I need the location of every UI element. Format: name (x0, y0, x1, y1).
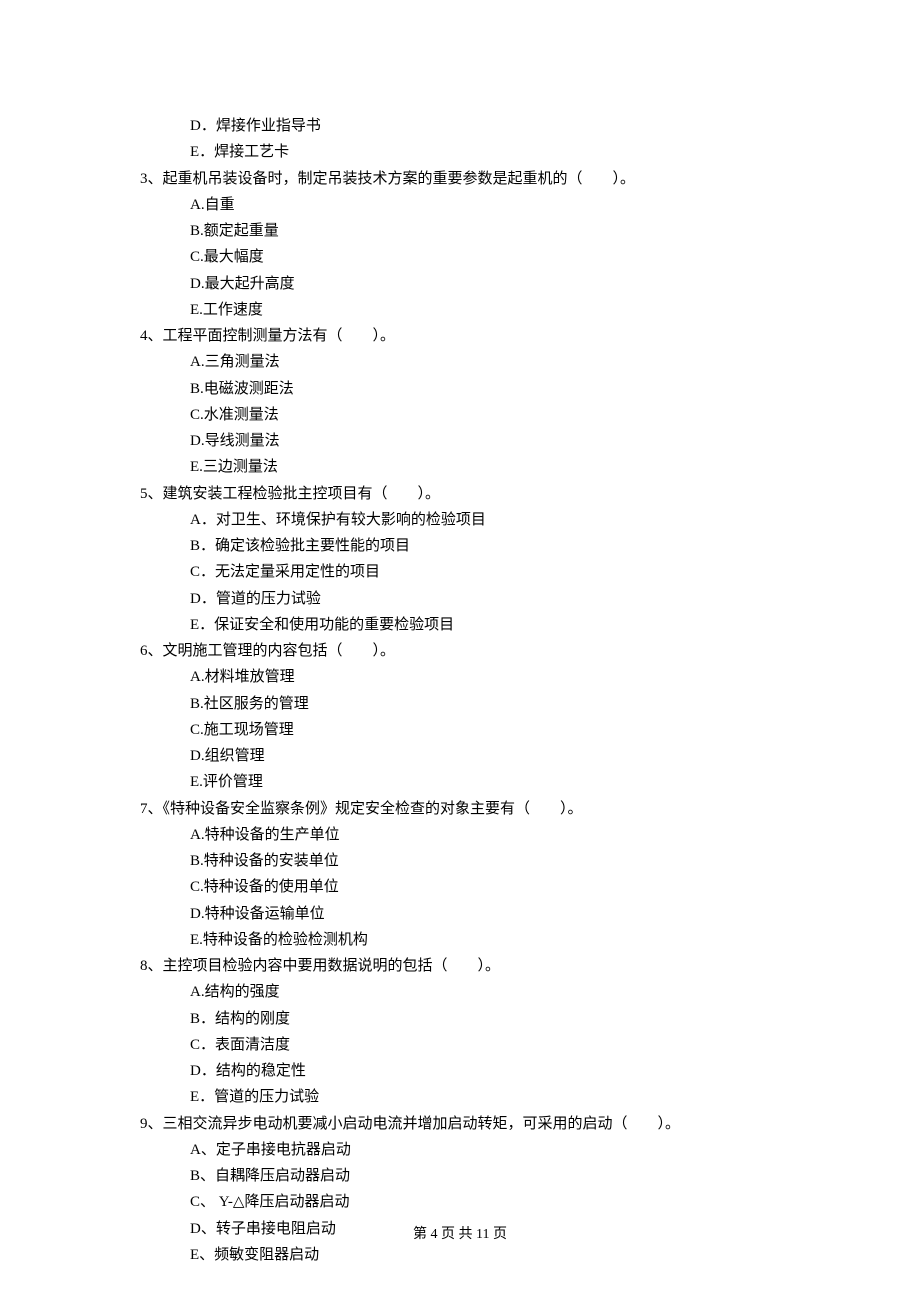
option-item: A.自重 (140, 192, 780, 218)
option-item: C．无法定量采用定性的项目 (140, 559, 780, 585)
option-item: A、定子串接电抗器启动 (140, 1137, 780, 1163)
page-footer: 第 4 页 共 11 页 (0, 1223, 920, 1248)
option-item: B.特种设备的安装单位 (140, 848, 780, 874)
question-stem: 8、主控项目检验内容中要用数据说明的包括（ ）。 (140, 953, 780, 979)
option-item: C.施工现场管理 (140, 717, 780, 743)
option-item: D.导线测量法 (140, 428, 780, 454)
option-item: C．表面清洁度 (140, 1032, 780, 1058)
option-item: D．焊接作业指导书 (140, 113, 780, 139)
option-item: B.社区服务的管理 (140, 691, 780, 717)
page-content: D．焊接作业指导书 E．焊接工艺卡 3、起重机吊装设备时，制定吊装技术方案的重要… (0, 0, 920, 1268)
option-item: D.特种设备运输单位 (140, 901, 780, 927)
option-item: E．保证安全和使用功能的重要检验项目 (140, 612, 780, 638)
option-item: E.工作速度 (140, 297, 780, 323)
question-stem: 6、文明施工管理的内容包括（ ）。 (140, 638, 780, 664)
option-item: C.水准测量法 (140, 402, 780, 428)
question-stem: 7、《特种设备安全监察条例》规定安全检查的对象主要有（ ）。 (140, 796, 780, 822)
option-item: C、 Y-△降压启动器启动 (140, 1189, 780, 1215)
option-item: E．管道的压力试验 (140, 1084, 780, 1110)
option-item: B、自耦降压启动器启动 (140, 1163, 780, 1189)
option-item: D.最大起升高度 (140, 271, 780, 297)
option-item: A.结构的强度 (140, 979, 780, 1005)
option-item: E.三边测量法 (140, 454, 780, 480)
question-stem: 9、三相交流异步电动机要减小启动电流并增加启动转矩，可采用的启动（ ）。 (140, 1111, 780, 1137)
option-item: E.评价管理 (140, 769, 780, 795)
option-item: B．结构的刚度 (140, 1006, 780, 1032)
question-stem: 4、工程平面控制测量方法有（ ）。 (140, 323, 780, 349)
option-item: A.材料堆放管理 (140, 664, 780, 690)
question-stem: 3、起重机吊装设备时，制定吊装技术方案的重要参数是起重机的（ ）。 (140, 166, 780, 192)
option-item: A.特种设备的生产单位 (140, 822, 780, 848)
option-item: B．确定该检验批主要性能的项目 (140, 533, 780, 559)
option-item: D．结构的稳定性 (140, 1058, 780, 1084)
option-item: A.三角测量法 (140, 349, 780, 375)
option-item: B.额定起重量 (140, 218, 780, 244)
option-item: B.电磁波测距法 (140, 376, 780, 402)
question-stem: 5、建筑安装工程检验批主控项目有（ ）。 (140, 481, 780, 507)
option-item: A．对卫生、环境保护有较大影响的检验项目 (140, 507, 780, 533)
option-item: D．管道的压力试验 (140, 586, 780, 612)
option-item: C.最大幅度 (140, 244, 780, 270)
option-item: D.组织管理 (140, 743, 780, 769)
option-item: E．焊接工艺卡 (140, 139, 780, 165)
option-item: C.特种设备的使用单位 (140, 874, 780, 900)
option-item: E.特种设备的检验检测机构 (140, 927, 780, 953)
